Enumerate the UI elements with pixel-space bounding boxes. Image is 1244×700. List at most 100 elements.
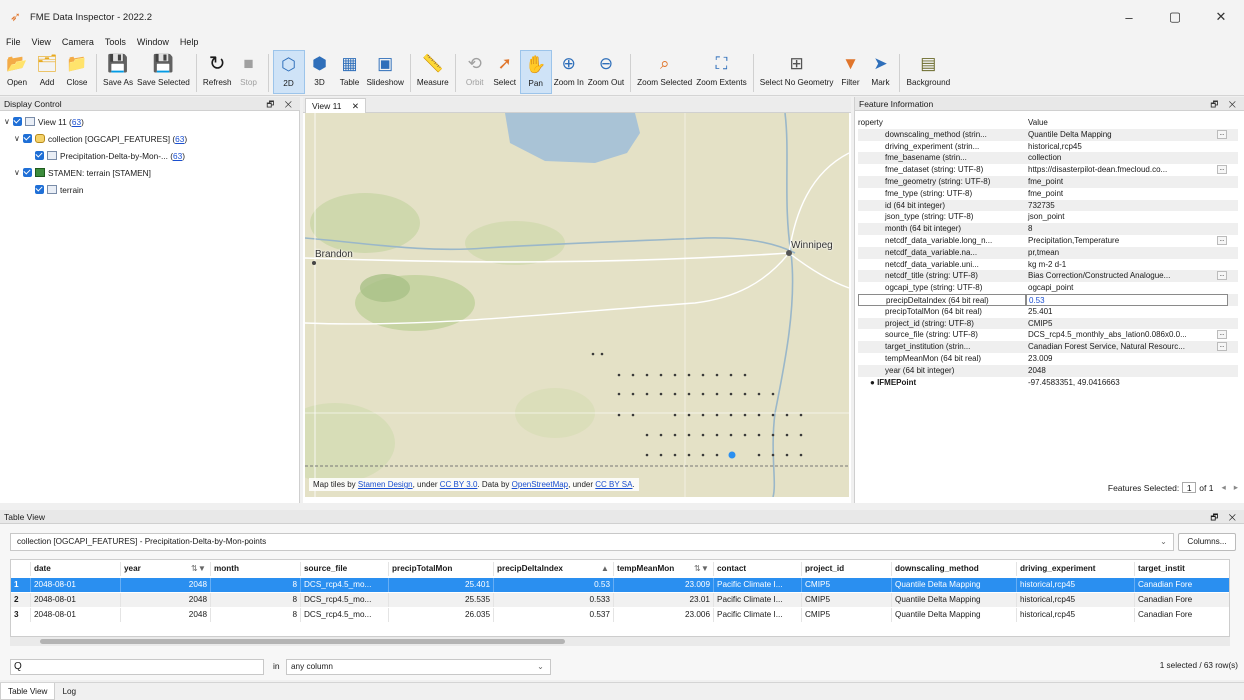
feature-point[interactable] [673, 373, 677, 377]
zoom-in-button[interactable]: ⊕ Zoom In [552, 50, 586, 94]
previous-feature-icon[interactable]: ◂ [1221, 482, 1225, 493]
feature-index-input[interactable]: 1 [1182, 482, 1197, 493]
save-selected-button[interactable]: 💾 Save Selected [135, 50, 192, 94]
chevron-down-icon[interactable]: ∨ [4, 117, 13, 126]
property-row[interactable]: id (64 bit integer) 732735 [858, 199, 1238, 212]
column-header[interactable]: downscaling_method [892, 562, 1017, 576]
3d-button[interactable]: ⬢ 3D [305, 50, 335, 94]
feature-point[interactable] [743, 413, 747, 417]
feature-point[interactable] [799, 433, 803, 437]
feature-point[interactable] [771, 413, 775, 417]
menu-file[interactable]: File [6, 37, 21, 47]
property-value[interactable]: fme_point [1026, 176, 1228, 188]
feature-point[interactable] [659, 453, 663, 457]
expand-value-button[interactable]: ... [1217, 129, 1227, 139]
tree-count-link[interactable]: 63 [175, 134, 184, 144]
close-window-button[interactable]: ✕ [1198, 0, 1244, 34]
feature-point[interactable] [673, 433, 677, 437]
background-button[interactable]: ▤ Background [904, 50, 952, 94]
feature-point[interactable] [687, 392, 691, 396]
feature-point[interactable] [701, 413, 705, 417]
feature-point[interactable] [645, 392, 649, 396]
feature-point[interactable] [729, 373, 733, 377]
column-header[interactable]: precipTotalMon [389, 562, 494, 576]
sort-icon[interactable]: ⇅▼ [191, 562, 206, 576]
feature-point[interactable] [757, 392, 761, 396]
tree-item-precipitation[interactable]: Precipitation-Delta-by-Mon-... (63) [35, 149, 185, 162]
chevron-down-icon[interactable]: ∨ [14, 134, 23, 143]
feature-point[interactable] [729, 433, 733, 437]
feature-point[interactable] [617, 373, 621, 377]
property-value[interactable]: https://disasterpilot-dean.fmecloud.co..… [1026, 164, 1228, 176]
column-header[interactable]: month [211, 562, 301, 576]
expand-value-button[interactable]: ... [1217, 271, 1227, 281]
feature-point[interactable] [729, 413, 733, 417]
cc-by-link[interactable]: CC BY 3.0 [440, 480, 478, 489]
checkbox-icon[interactable] [23, 134, 32, 143]
panel-float-close-buttons[interactable]: 🗗 ✕ [266, 97, 296, 111]
property-value[interactable]: pr,tmean [1026, 247, 1228, 259]
menu-tools[interactable]: Tools [105, 37, 126, 47]
menu-camera[interactable]: Camera [62, 37, 94, 47]
tree-item-view-11[interactable]: ∨ View 11 (63) [4, 115, 84, 128]
property-row[interactable]: fme_type (string: UTF-8) fme_point [858, 188, 1238, 200]
map-canvas[interactable]: Brandon Winnipeg Map tiles by Stamen Des… [305, 113, 849, 497]
checkbox-icon[interactable] [23, 168, 32, 177]
save-as-button[interactable]: 💾 Save As [101, 50, 135, 94]
property-value[interactable]: 25.401 [1026, 306, 1228, 318]
feature-point[interactable] [617, 413, 621, 417]
close-button[interactable]: 📁 Close [62, 50, 92, 94]
feature-point[interactable] [715, 413, 719, 417]
property-row[interactable]: project_id (string: UTF-8) CMIP5 [858, 317, 1238, 330]
tab-close-icon[interactable]: ✕ [352, 101, 359, 111]
feature-point[interactable] [591, 352, 595, 356]
feature-point[interactable] [701, 373, 705, 377]
property-value[interactable]: 8 [1026, 223, 1228, 235]
open-button[interactable]: 📂 Open [2, 50, 32, 94]
column-header[interactable]: source_file [301, 562, 389, 576]
property-row[interactable]: json_type (string: UTF-8) json_point [858, 211, 1238, 223]
feature-point[interactable] [715, 453, 719, 457]
value-column-header[interactable]: Value [1026, 117, 1228, 129]
expand-value-button[interactable]: ... [1217, 330, 1227, 340]
menu-view[interactable]: View [32, 37, 51, 47]
checkbox-icon[interactable] [13, 117, 22, 126]
property-row[interactable]: month (64 bit integer) 8 [858, 223, 1238, 235]
feature-point[interactable] [687, 433, 691, 437]
property-row[interactable]: fme_geometry (string: UTF-8) fme_point [858, 175, 1238, 188]
table-button[interactable]: ▦ Table [335, 50, 365, 94]
property-value[interactable]: CMIP5 [1026, 318, 1228, 330]
dataset-select[interactable]: collection [OGCAPI_FEATURES] - Precipita… [10, 533, 1174, 551]
checkbox-icon[interactable] [35, 151, 44, 160]
measure-button[interactable]: 📏 Measure [415, 50, 451, 94]
columns-button[interactable]: Columns... [1178, 533, 1236, 551]
cc-by-sa-link[interactable]: CC BY SA [595, 480, 632, 489]
property-row[interactable]: netcdf_data_variable.na... pr,tmean [858, 246, 1238, 259]
tab-view-11[interactable]: View 11 ✕ [305, 98, 366, 113]
menu-help[interactable]: Help [180, 37, 199, 47]
property-row[interactable]: ogcapi_type (string: UTF-8) ogcapi_point [858, 282, 1238, 294]
property-row[interactable]: year (64 bit integer) 2048 [858, 364, 1238, 377]
feature-point[interactable] [645, 453, 649, 457]
property-row[interactable]: driving_experiment (strin... historical,r… [858, 141, 1238, 153]
sort-icon[interactable]: ▲ [601, 562, 609, 576]
openstreetmap-link[interactable]: OpenStreetMap [512, 480, 568, 489]
stamen-design-link[interactable]: Stamen Design [358, 480, 413, 489]
feature-point[interactable] [757, 413, 761, 417]
tree-count-link[interactable]: 63 [173, 151, 182, 161]
property-value[interactable]: 2048 [1026, 365, 1228, 377]
feature-point[interactable] [771, 433, 775, 437]
feature-point[interactable] [645, 433, 649, 437]
property-row[interactable]: netcdf_title (string: UTF-8) Bias Correct… [858, 270, 1238, 283]
feature-point[interactable] [729, 392, 733, 396]
feature-point[interactable] [673, 392, 677, 396]
expand-value-button[interactable]: ... [1217, 235, 1227, 245]
column-select[interactable]: any column ⌄ [286, 659, 551, 675]
feature-point[interactable] [701, 453, 705, 457]
column-header[interactable]: driving_experiment [1017, 562, 1135, 576]
property-value[interactable]: Canadian Forest Service, Natural Resourc… [1026, 341, 1228, 353]
property-row[interactable]: precipDeltaIndex (64 bit real) 0.53 [858, 293, 1238, 306]
feature-point[interactable] [687, 453, 691, 457]
geometry-row[interactable]: ● IFMEPoint -97.4583351, 49.0416663 [858, 377, 1238, 389]
property-value[interactable]: 23.009 [1026, 353, 1228, 365]
